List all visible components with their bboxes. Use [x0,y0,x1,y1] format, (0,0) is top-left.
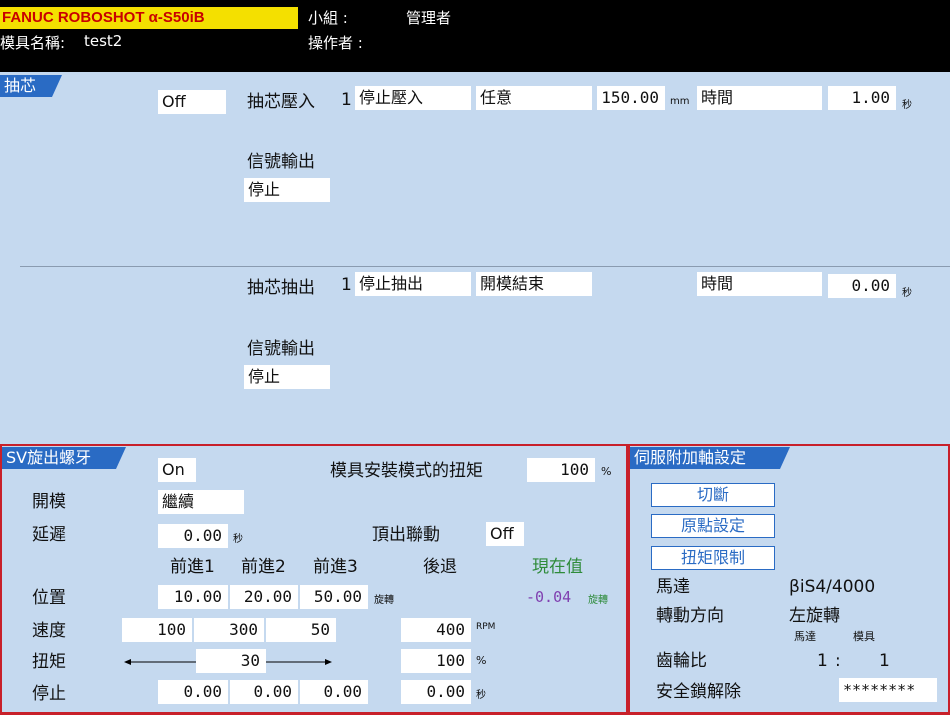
sv-mode-field[interactable]: On [158,458,196,482]
percent-unit: % [601,465,612,478]
rotation-unit-current: 旋轉 [588,595,608,606]
motor-value: βiS4/4000 [789,577,876,597]
core-out-condition-field[interactable]: 開模結束 [476,272,592,296]
core-in-label: 抽芯壓入 [247,92,315,112]
sv-section-tab: SV旋出螺牙 [2,447,126,469]
servo-section-tab: 伺服附加軸設定 [630,447,790,469]
group-value: 管理者 [406,9,452,27]
direction-label: 轉動方向 [656,606,724,626]
stop-forward2-field[interactable]: 0.00 [230,680,298,704]
col-forward1: 前進1 [170,557,215,577]
torque-limit-button[interactable]: 扭矩限制 [651,546,775,570]
core-in-position-field[interactable]: 150.00 [597,86,665,110]
core-out-stop-field[interactable]: 停止抽出 [355,272,471,296]
open-label: 開模 [32,492,66,512]
torque-back-field[interactable]: 100 [401,649,471,673]
delay-field[interactable]: 0.00 [158,524,228,548]
col-back: 後退 [423,557,457,577]
core-out-signal-label: 信號輸出 [247,339,315,359]
torque-mode-label: 模具安裝模式的扭矩 [330,461,483,481]
core-out-signal-field[interactable]: 停止 [244,365,330,389]
stop-back-field[interactable]: 0.00 [401,680,471,704]
rpm-unit: RPM [476,622,496,632]
stop-forward3-field[interactable]: 0.00 [300,680,368,704]
core-in-index: 1 [341,90,352,110]
rotation-unit: 旋轉 [374,595,394,606]
sv-unscrew-panel [0,444,628,714]
col-current: 現在值 [532,557,583,577]
core-in-signal-field[interactable]: 停止 [244,178,330,202]
core-out-time-field[interactable]: 0.00 [828,274,896,298]
core-in-time-field[interactable]: 1.00 [828,86,896,110]
position-forward1-field[interactable]: 10.00 [158,585,228,609]
speed-forward3-field[interactable]: 50 [266,618,336,642]
group-label: 小組 : [308,9,348,27]
percent-unit: % [476,654,487,667]
core-section-tab: 抽芯 [0,75,62,97]
core-mode-field[interactable]: Off [158,90,226,114]
gear-ratio-label: 齒輪比 [656,651,707,671]
gear-colon: : [835,651,841,671]
ejector-label: 頂出聯動 [372,525,440,545]
core-out-time-label: 時間 [697,272,822,296]
sec-unit: 秒 [902,288,912,299]
core-in-condition-field[interactable]: 任意 [476,86,592,110]
header-bar: FANUC ROBOSHOT α-S50iB 模具名稱: test2 小組 : … [0,0,950,72]
torque-mode-field[interactable]: 100 [527,458,595,482]
sec-unit: 秒 [476,690,486,701]
core-in-time-label: 時間 [697,86,822,110]
position-label: 位置 [32,588,66,608]
ejector-field[interactable]: Off [486,522,524,546]
col-forward2: 前進2 [241,557,286,577]
speed-forward1-field[interactable]: 100 [122,618,192,642]
current-position-value: -0.04 [526,588,572,606]
speed-back-field[interactable]: 400 [401,618,471,642]
delay-label: 延遲 [32,525,66,545]
core-in-stop-field[interactable]: 停止壓入 [355,86,471,110]
col-forward3: 前進3 [313,557,358,577]
speed-label: 速度 [32,621,66,641]
disconnect-button[interactable]: 切斷 [651,483,775,507]
origin-setting-button[interactable]: 原點設定 [651,514,775,538]
sec-unit: 秒 [233,534,243,545]
position-forward2-field[interactable]: 20.00 [230,585,298,609]
motor-label: 馬達 [656,577,690,597]
mold-name-label: 模具名稱: [0,34,66,52]
stop-label: 停止 [32,684,66,704]
gear-mold-value: 1 [879,651,890,671]
torque-forward-field[interactable]: 30 [196,649,266,673]
position-forward3-field[interactable]: 50.00 [300,585,368,609]
safety-password-field[interactable]: ******** [839,678,937,702]
speed-forward2-field[interactable]: 300 [194,618,264,642]
gear-mold-col-label: 模具 [853,630,875,643]
direction-value: 左旋轉 [789,606,840,626]
gear-motor-value: 1 [817,651,828,671]
divider [20,266,950,267]
torque-label: 扭矩 [32,652,66,672]
safety-release-label: 安全鎖解除 [656,682,741,702]
stop-forward1-field[interactable]: 0.00 [158,680,228,704]
open-field[interactable]: 繼續 [158,490,244,514]
core-out-label: 抽芯抽出 [247,278,315,298]
mm-unit: mm [670,96,690,107]
operator-label: 操作者 : [308,34,363,52]
mold-name-value: test2 [84,32,123,50]
logo: FANUC ROBOSHOT α-S50iB [0,7,298,29]
sec-unit: 秒 [902,100,912,111]
core-in-signal-label: 信號輸出 [247,152,315,172]
core-out-index: 1 [341,275,352,295]
gear-motor-col-label: 馬達 [794,630,816,643]
